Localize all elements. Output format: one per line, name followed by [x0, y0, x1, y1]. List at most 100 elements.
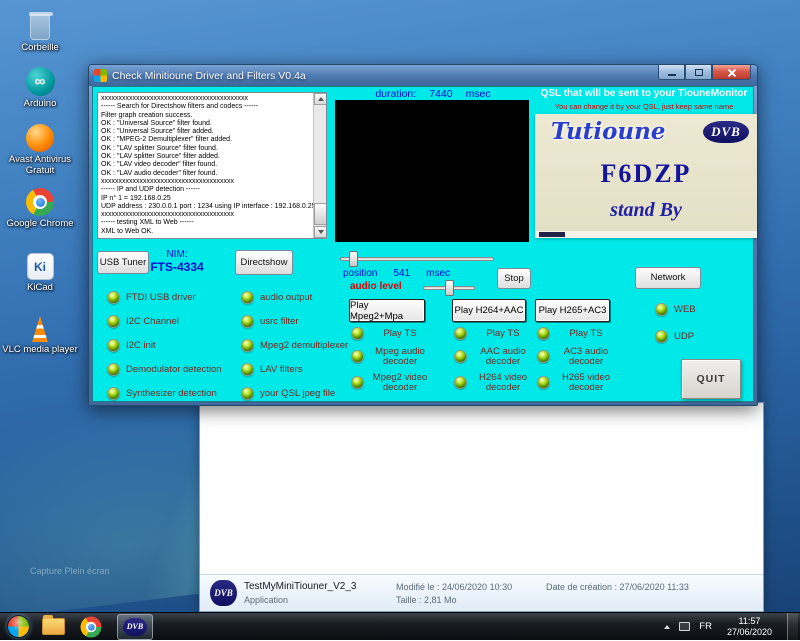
file-name: TestMyMiniTiouner_V2_3: [244, 581, 356, 592]
log-line: OK : "LAV splitter Source" filter found.: [101, 145, 311, 153]
taskbar-minitiouner-button[interactable]: DVB: [117, 614, 153, 640]
desktop-icon-recycle-bin[interactable]: Corbeille: [2, 6, 78, 54]
hidden-icons-button[interactable]: [664, 625, 670, 629]
position-value: 541: [393, 268, 410, 279]
stop-button[interactable]: Stop: [497, 268, 531, 289]
audio-decoder-indicator: AC3 audio decoder: [537, 347, 617, 366]
close-button[interactable]: [712, 65, 751, 80]
led-icon: [241, 291, 254, 304]
desktop-icon-kicad[interactable]: Ki KiCad: [2, 246, 78, 294]
duration-unit: msec: [466, 88, 491, 100]
minimize-icon: [668, 74, 676, 76]
play-h265-button[interactable]: Play H265+AC3: [535, 299, 610, 322]
explorer-details-pane: DVB TestMyMiniTiouner_V2_3 Modifié le : …: [200, 574, 763, 611]
minimize-button[interactable]: [658, 65, 685, 80]
vlc-icon: [27, 316, 53, 342]
qsl-card: Tutioune DVB F6DZP stand By: [535, 114, 757, 238]
scroll-up-button[interactable]: [314, 93, 327, 105]
duration-value: 7440: [429, 88, 452, 100]
tray-keyboard-icon[interactable]: [679, 622, 690, 631]
window-title: Check Minitioune Driver and Filters V0.4…: [112, 70, 306, 82]
app-content: xxxxxxxxxxxxxxxxxxxxxxxxxxxxxxxxxxxxxxxx…: [92, 86, 754, 402]
taskbar-clock[interactable]: 11:57 27/06/2020: [721, 616, 778, 638]
arduino-icon: ∞: [26, 67, 55, 96]
log-line: xxxxxxxxxxxxxxxxxxxxxxxxxxxxxxxxxxxxxx: [101, 178, 311, 186]
desktop-icon-arduino[interactable]: ∞ Arduino: [2, 62, 78, 110]
play-ts-indicator: Play TS: [454, 327, 534, 340]
desktop-icon-avast[interactable]: Avast Antivirus Gratuit: [2, 118, 78, 176]
check-mpeg2-demux: Mpeg2 demultiplexer: [241, 339, 348, 352]
nim-label: NIM:: [141, 249, 213, 260]
log-line: XML to Web OK.: [101, 228, 311, 236]
network-button[interactable]: Network: [635, 267, 701, 289]
log-line: Filter graph creation success.: [101, 112, 311, 120]
led-icon: [537, 350, 550, 363]
led-icon: [537, 376, 550, 389]
play-h264-button[interactable]: Play H264+AAC: [452, 299, 526, 322]
maximize-button[interactable]: [685, 65, 712, 80]
desktop-icon-vlc[interactable]: VLC media player: [2, 308, 78, 356]
log-scrollbar[interactable]: [313, 93, 326, 238]
led-icon: [351, 350, 364, 363]
maximize-icon: [695, 69, 703, 76]
arrow-down-icon: [318, 230, 324, 234]
duration-readout: duration: 7440 msec: [343, 88, 523, 100]
nim-readout: NIM: FTS-4334: [141, 249, 213, 274]
start-button[interactable]: [7, 615, 30, 638]
check-i2c-channel: I2C Channel: [107, 315, 179, 328]
app-icon: [94, 69, 107, 82]
kicad-icon: Ki: [27, 253, 54, 280]
recycle-bin-icon: [30, 14, 50, 40]
file-dvb-icon: DVB: [210, 580, 237, 606]
audio-level-thumb[interactable]: [445, 280, 454, 296]
language-indicator[interactable]: FR: [699, 621, 712, 632]
taskbar-explorer-button[interactable]: [42, 614, 65, 640]
folder-icon: [42, 618, 65, 635]
led-icon: [107, 315, 120, 328]
codec-column-mpeg2: Play TS Mpeg audio decoder Mpeg2 video d…: [351, 327, 431, 399]
position-slider[interactable]: [340, 257, 494, 261]
scroll-thumb[interactable]: [314, 203, 327, 225]
file-type: Application: [244, 595, 288, 605]
check-i2c-init: I2C init: [107, 339, 156, 352]
check-web: WEB: [655, 303, 696, 316]
nim-value: FTS-4334: [141, 260, 213, 274]
log-line: IP n° 1 = 192.168.0.25: [101, 195, 311, 203]
quit-button[interactable]: QUIT: [681, 359, 741, 399]
scroll-down-button[interactable]: [314, 226, 327, 238]
audio-level-slider[interactable]: [423, 286, 475, 290]
video-decoder-indicator: H264 video decoder: [454, 373, 534, 392]
taskbar-chrome-button[interactable]: [77, 614, 105, 640]
directshow-button[interactable]: Directshow: [235, 250, 293, 275]
play-ts-indicator: Play TS: [351, 327, 431, 340]
log-line: OK : "LAV audio decoder" filter found.: [101, 170, 311, 178]
led-icon: [454, 350, 467, 363]
check-lav-filters: LAV filters: [241, 363, 303, 376]
led-icon: [241, 339, 254, 352]
position-unit: msec: [426, 268, 450, 279]
app-window: Check Minitioune Driver and Filters V0.4…: [88, 64, 758, 406]
check-udp: UDP: [655, 330, 694, 343]
file-modified: Modifié le : 24/06/2020 10:30: [396, 582, 512, 592]
log-line: ------ IP and UDP detection ------: [101, 186, 311, 194]
qsl-header: QSL that will be sent to your TiouneMoni…: [531, 88, 757, 99]
title-bar[interactable]: Check Minitioune Driver and Filters V0.4…: [89, 65, 757, 86]
clock-date: 27/06/2020: [727, 627, 772, 638]
detection-log[interactable]: xxxxxxxxxxxxxxxxxxxxxxxxxxxxxxxxxxxxxxxx…: [97, 92, 327, 239]
video-decoder-indicator: Mpeg2 video decoder: [351, 373, 431, 392]
audio-level-label: audio level: [350, 281, 402, 292]
led-icon: [537, 327, 550, 340]
system-tray: FR 11:57 27/06/2020: [664, 613, 800, 640]
log-line: ------ testing XML to Web ------: [101, 219, 311, 227]
play-mpeg2-button[interactable]: Play Mpeg2+Mpa: [349, 299, 425, 322]
audio-decoder-indicator: AAC audio decoder: [454, 347, 534, 366]
log-line: OK : "LAV splitter Source" filter added.: [101, 153, 311, 161]
show-desktop-button[interactable]: [787, 613, 798, 641]
desktop-icon-chrome[interactable]: Google Chrome: [2, 182, 78, 230]
position-readout: position 541 msec: [343, 268, 450, 279]
log-line: OK : "Universal Source" filter found.: [101, 120, 311, 128]
dvb-logo: DVB: [703, 121, 749, 143]
led-icon: [351, 376, 364, 389]
position-slider-thumb[interactable]: [349, 251, 358, 267]
led-icon: [454, 376, 467, 389]
